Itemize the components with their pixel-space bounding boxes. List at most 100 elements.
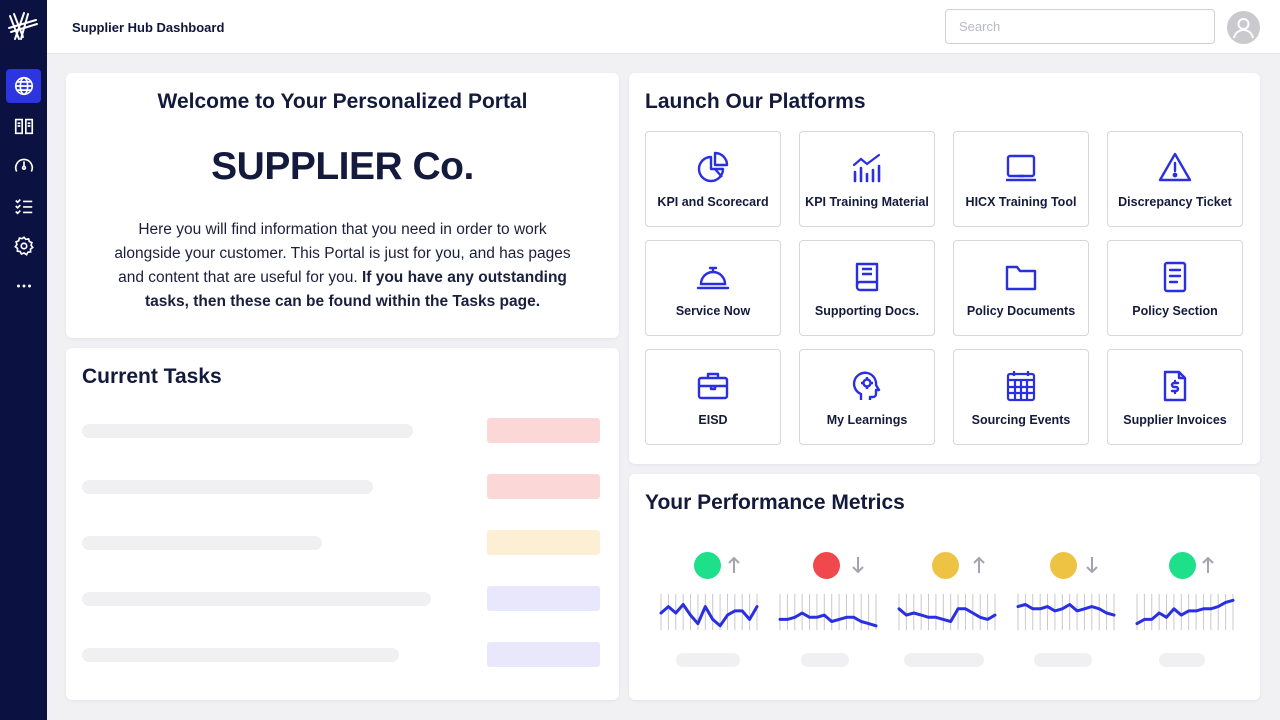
checklist-icon (14, 198, 32, 215)
bar-chart-icon (852, 153, 881, 183)
sidebar-item-home[interactable] (6, 69, 41, 103)
tile-label: Supporting Docs. (814, 304, 920, 318)
task-status-pill (487, 474, 600, 499)
task-placeholder (82, 424, 413, 438)
tile-label: EISD (698, 413, 728, 427)
sidebar-item-settings[interactable] (6, 229, 41, 263)
metric-item[interactable] (1135, 548, 1235, 673)
pie-chart-icon (697, 151, 729, 183)
platform-tile-kpi-training[interactable]: KPI Training Material (799, 131, 935, 227)
arrow-up-icon (728, 556, 740, 573)
welcome-text: Here you will find information that you … (104, 218, 581, 314)
globe-icon (14, 76, 33, 96)
welcome-title: Welcome to Your Personalized Portal (157, 90, 528, 113)
tile-label: Policy Documents (966, 304, 1076, 318)
task-status-pill (487, 418, 600, 443)
more-icon (16, 284, 31, 288)
metric-label-placeholder (1159, 653, 1205, 667)
top-bar: Supplier Hub Dashboard (47, 0, 1280, 54)
sidebar-item-more[interactable] (6, 269, 41, 303)
platform-tile-hicx-training[interactable]: HICX Training Tool (953, 131, 1089, 227)
head-gear-icon (852, 371, 881, 400)
performance-metrics-title: Your Performance Metrics (645, 491, 905, 514)
gauge-icon (14, 158, 33, 172)
task-row[interactable] (82, 418, 601, 443)
platform-tile-policy-section[interactable]: Policy Section (1107, 240, 1243, 336)
arrow-up-icon (1202, 556, 1214, 573)
tile-label: Discrepancy Ticket (1118, 195, 1232, 209)
arrow-down-icon (1086, 557, 1098, 574)
status-dot (1169, 552, 1196, 579)
performance-metrics-card: Your Performance Metrics (629, 474, 1260, 700)
invoice-icon (1163, 370, 1187, 402)
platform-tile-kpi-scorecard[interactable]: KPI and Scorecard (645, 131, 781, 227)
tile-label: KPI and Scorecard (657, 195, 769, 209)
platform-tile-eisd[interactable]: EISD (645, 349, 781, 445)
metric-label-placeholder (904, 653, 984, 667)
sparkline (659, 594, 759, 630)
status-dot (813, 552, 840, 579)
platform-tile-supplier-invoices[interactable]: Supplier Invoices (1107, 349, 1243, 445)
briefcase-icon (697, 372, 729, 400)
platform-tile-sourcing-events[interactable]: Sourcing Events (953, 349, 1089, 445)
platform-tile-my-learnings[interactable]: My Learnings (799, 349, 935, 445)
sidebar-item-library[interactable] (6, 109, 41, 143)
tile-label: KPI Training Material (805, 195, 929, 209)
task-status-pill (487, 586, 600, 611)
platforms-title: Launch Our Platforms (645, 90, 866, 113)
metric-item[interactable] (1016, 548, 1116, 673)
service-bell-icon (696, 266, 730, 290)
laptop-icon (1006, 154, 1036, 182)
task-row[interactable] (82, 474, 601, 499)
arrow-up-icon (973, 556, 985, 573)
task-row[interactable] (82, 586, 601, 611)
tile-label: Service Now (675, 304, 751, 318)
tile-label: Policy Section (1132, 304, 1218, 318)
platform-tile-discrepancy[interactable]: Discrepancy Ticket (1107, 131, 1243, 227)
avatar[interactable] (1227, 11, 1260, 44)
metric-label-placeholder (676, 653, 740, 667)
metric-label-placeholder (1034, 653, 1092, 667)
calendar-icon (1006, 371, 1036, 402)
metric-item[interactable] (659, 548, 759, 673)
user-icon (1233, 18, 1254, 39)
metric-label-placeholder (801, 653, 849, 667)
tile-label: My Learnings (826, 413, 908, 427)
sparkline (1135, 594, 1235, 630)
sparkline (1016, 594, 1116, 630)
sparkline (897, 594, 997, 630)
book-icon (855, 262, 879, 292)
welcome-card: Welcome to Your Personalized Portal SUPP… (66, 73, 619, 338)
current-tasks-title: Current Tasks (82, 365, 222, 388)
status-dot (1050, 552, 1077, 579)
task-placeholder (82, 480, 373, 494)
arrow-down-icon (852, 557, 864, 574)
folder-icon (1005, 265, 1037, 291)
book-icon (14, 118, 33, 135)
task-placeholder (82, 592, 431, 606)
status-dot (694, 552, 721, 579)
task-row[interactable] (82, 530, 601, 555)
metric-item[interactable] (897, 548, 997, 673)
platform-tile-policy-documents[interactable]: Policy Documents (953, 240, 1089, 336)
gear-icon (13, 236, 34, 256)
sidebar (0, 0, 47, 720)
warning-icon (1158, 152, 1192, 182)
platform-tile-service-now[interactable]: Service Now (645, 240, 781, 336)
task-placeholder (82, 536, 322, 550)
platform-tile-supporting-docs[interactable]: Supporting Docs. (799, 240, 935, 336)
metric-item[interactable] (778, 548, 878, 673)
tile-label: HICX Training Tool (965, 195, 1077, 209)
sidebar-item-performance[interactable] (6, 149, 41, 183)
tile-label: Sourcing Events (971, 413, 1071, 427)
app-title: Supplier Hub Dashboard (72, 20, 225, 35)
current-tasks-card: Current Tasks (66, 348, 619, 700)
tile-label: Supplier Invoices (1123, 413, 1227, 427)
document-icon (1163, 261, 1187, 293)
task-row[interactable] (82, 642, 601, 667)
status-dot (932, 552, 959, 579)
search-input[interactable] (945, 9, 1215, 44)
sidebar-item-tasks[interactable] (6, 189, 41, 223)
platforms-card: Launch Our Platforms KPI and Scorecard K… (629, 73, 1260, 464)
task-status-pill (487, 530, 600, 555)
